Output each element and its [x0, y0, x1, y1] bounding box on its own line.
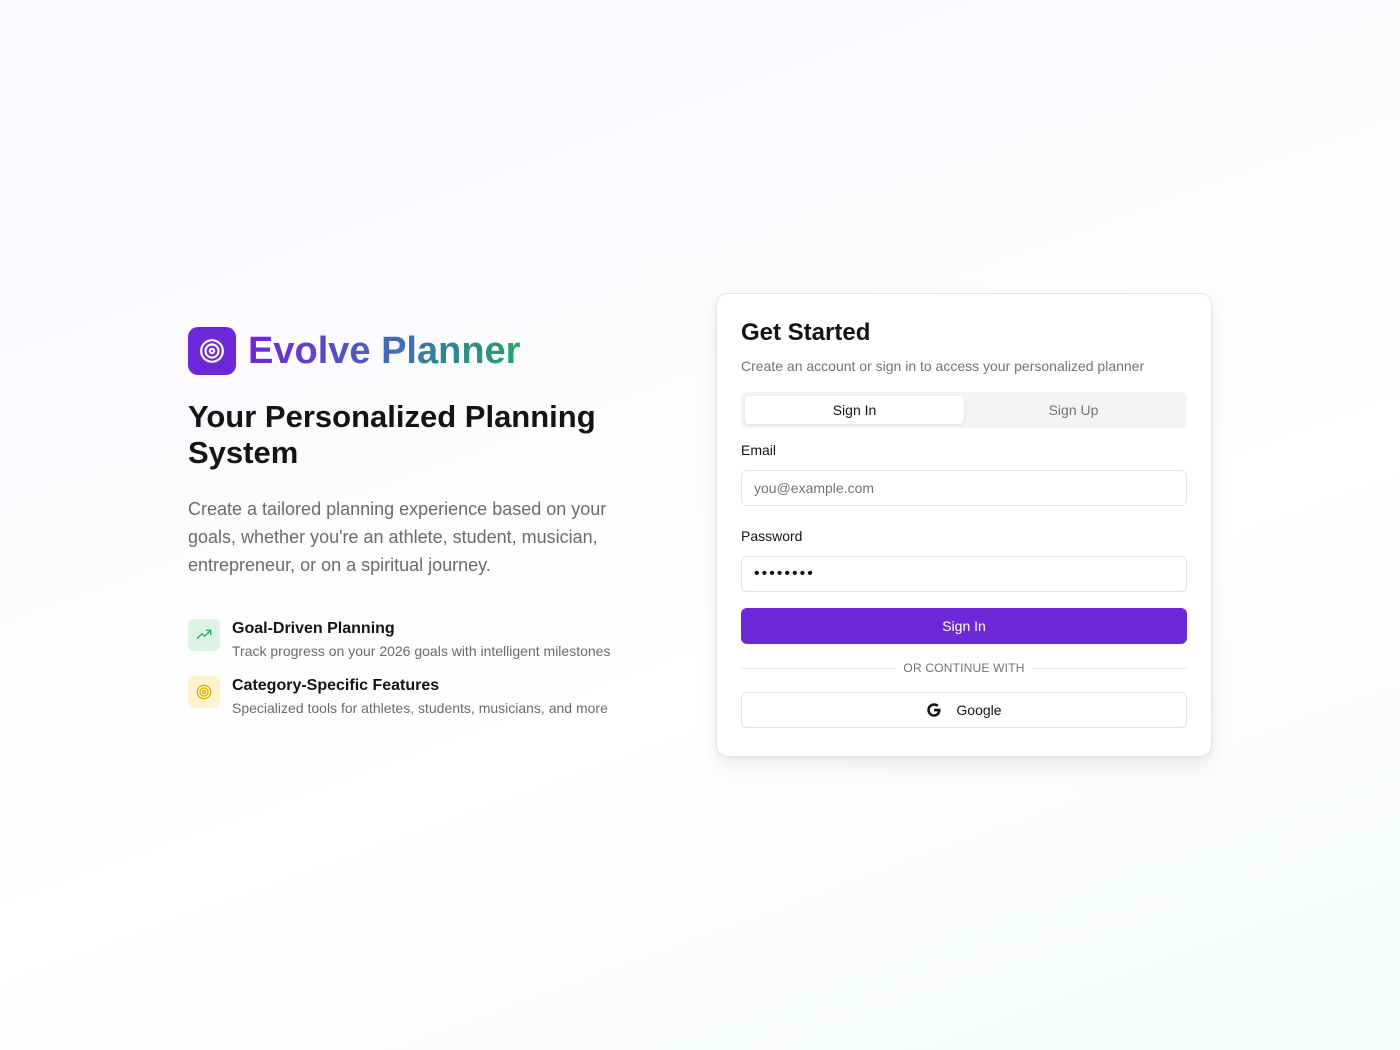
brand-name: Evolve Planner	[248, 327, 520, 375]
tab-sign-up[interactable]: Sign Up	[964, 396, 1183, 424]
target-icon	[200, 339, 224, 363]
tab-sign-in[interactable]: Sign In	[745, 396, 964, 424]
card-description: Create an account or sign in to access y…	[741, 358, 1145, 374]
feature-list: Goal-Driven Planning Track progress on y…	[188, 619, 658, 718]
divider-line	[741, 667, 896, 669]
auth-tabs: Sign In Sign Up	[741, 392, 1187, 428]
auth-card: Get Started Create an account or sign in…	[716, 293, 1212, 757]
feature-icon-box	[188, 676, 220, 708]
google-sign-in-button[interactable]: Google	[741, 692, 1187, 728]
feature-title: Category-Specific Features	[232, 677, 440, 694]
brand: Evolve Planner	[188, 327, 658, 375]
google-button-label: Google	[956, 702, 1002, 718]
divider: OR CONTINUE WITH	[741, 660, 1188, 676]
hero-section: Evolve Planner Your Personalized Plannin…	[188, 327, 658, 733]
feature-description: Track progress on your 2026 goals with i…	[232, 643, 611, 659]
hero-subtext: Create a tailored planning experience ba…	[188, 499, 607, 575]
feature-title: Goal-Driven Planning	[232, 620, 395, 637]
trending-up-icon	[196, 629, 212, 639]
password-label: Password	[741, 528, 803, 544]
page-headline: Your Personalized Planning System	[188, 399, 596, 470]
card-title: Get Started	[741, 319, 871, 346]
sign-in-button[interactable]: Sign In	[741, 608, 1187, 644]
feature-item-goal-driven: Goal-Driven Planning Track progress on y…	[188, 619, 658, 661]
feature-icon-box	[188, 619, 220, 651]
target-icon	[196, 684, 212, 700]
divider-line	[1032, 667, 1188, 669]
email-label: Email	[741, 442, 777, 458]
email-field[interactable]	[741, 470, 1187, 506]
brand-logo	[188, 327, 236, 375]
password-field[interactable]	[741, 556, 1187, 592]
google-icon	[926, 702, 942, 718]
divider-text: OR CONTINUE WITH	[903, 661, 1025, 675]
feature-description: Specialized tools for athletes, students…	[232, 700, 608, 716]
feature-item-category-specific: Category-Specific Features Specialized t…	[188, 676, 658, 718]
